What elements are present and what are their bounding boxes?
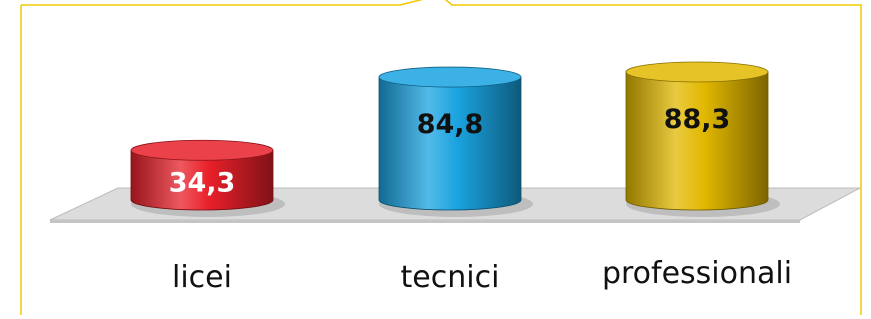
- bar-professionali: [625, 71, 769, 211]
- category-label: tecnici: [401, 260, 500, 295]
- chart-frame: 34,3 licei 84,8 tecnici 88,3 professionali: [0, 0, 871, 318]
- bar-tecnici: [378, 76, 522, 211]
- category-label: professionali: [602, 256, 792, 291]
- bar-top-professionali: [625, 61, 769, 83]
- value-label: 84,8: [417, 109, 484, 140]
- bar-top-licei: [130, 139, 274, 161]
- chart-canvas: 34,3 licei 84,8 tecnici 88,3 professionali: [20, 0, 862, 318]
- value-label: 88,3: [664, 104, 731, 135]
- value-label: 34,3: [169, 167, 236, 198]
- chart-floor-edge: [50, 220, 800, 223]
- category-label: licei: [172, 260, 232, 295]
- bar-top-tecnici: [378, 66, 522, 88]
